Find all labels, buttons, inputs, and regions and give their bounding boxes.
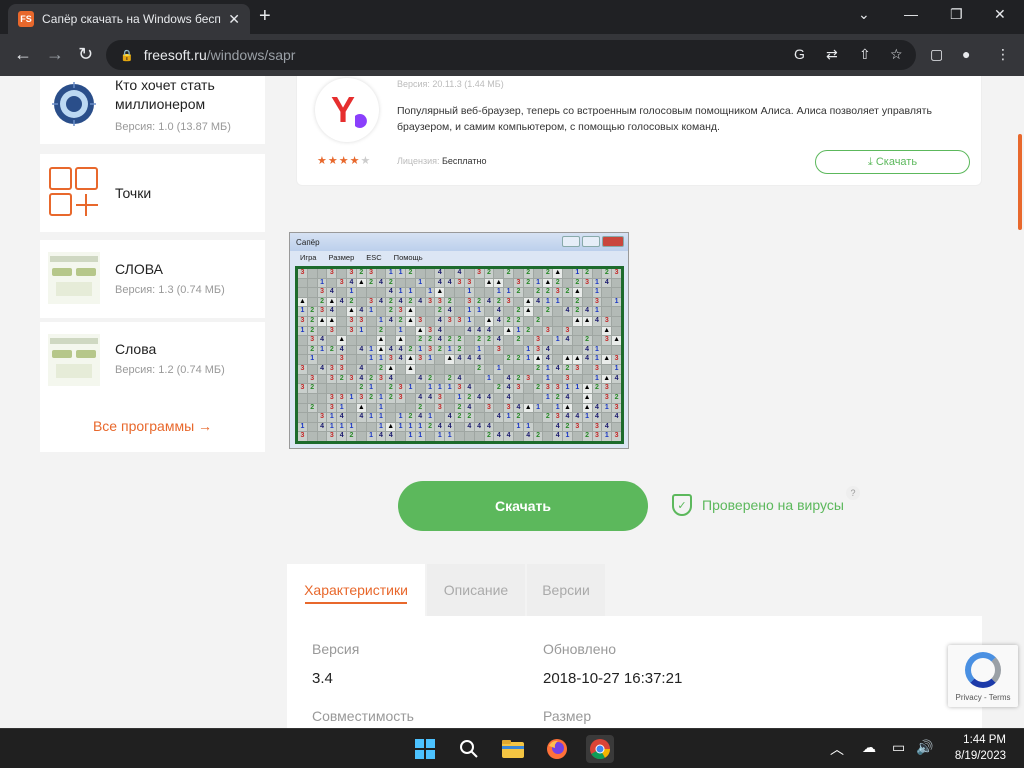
- google-icon[interactable]: G: [794, 46, 805, 62]
- windows-taskbar: ︿ ☁ ▭ 🔊 1:44 PM 8/19/2023: [0, 728, 1024, 768]
- browser-tab[interactable]: FS Сапёр скачать на Windows бесп ✕: [8, 4, 250, 34]
- page-scrollbar[interactable]: [1016, 76, 1024, 728]
- clock-time: 1:44 PM: [963, 734, 1006, 746]
- share-icon[interactable]: ⇧: [859, 46, 871, 63]
- forward-button[interactable]: →: [46, 44, 64, 65]
- tab-characteristics[interactable]: Характеристики: [287, 564, 425, 616]
- network-disconnected-icon[interactable]: ☁: [862, 739, 876, 756]
- side-panel-icon[interactable]: ▢: [930, 46, 943, 63]
- clock-date: 8/19/2023: [954, 750, 1006, 762]
- tab-close-icon[interactable]: ✕: [228, 11, 240, 28]
- bookmark-star-icon[interactable]: ☆: [890, 46, 903, 63]
- screenshot-menu-item: Помощь: [393, 253, 423, 262]
- back-button[interactable]: ←: [14, 44, 32, 65]
- screenshot-menu-item: Игра: [300, 253, 317, 262]
- url-path: /windows/sapr: [206, 47, 296, 63]
- lock-icon[interactable]: 🔒: [120, 49, 134, 62]
- sidebar-item-name: СЛОВА: [115, 261, 163, 277]
- sidebar-item-version: Версия: 1.0 (13.87 МБ): [115, 121, 231, 133]
- screenshot-window-titlebar: Сапёр: [290, 233, 628, 251]
- address-toolbar: ← → ↻ 🔒 freesoft.ru/windows/sapr G ⇄ ⇧ ☆…: [0, 34, 1024, 76]
- app-download-label: Скачать: [875, 156, 918, 168]
- chrome-icon[interactable]: [586, 735, 614, 763]
- app-download-button[interactable]: ⤓ Скачать: [815, 150, 970, 174]
- sidebar-item-name: Слова: [115, 341, 157, 357]
- menu-icon[interactable]: ⋮: [996, 46, 1010, 63]
- profile-icon[interactable]: ●: [962, 46, 970, 62]
- version-value: 3.4: [312, 670, 333, 687]
- tab-search-icon[interactable]: ⌄: [858, 6, 870, 23]
- screenshot-menu-item: ESC: [366, 253, 382, 262]
- characteristics-panel: Версия 3.4 Обновлено 2018-10-27 16:37:21…: [287, 616, 982, 728]
- minesweeper-board: 3 3 3 2 3 1 1 2 4 4 3 2 2 2 2 ▲ 1 2 2 3 1 3 4 ▲ 2 4 2 1 4 4 3 3 ▲ ▲ 3 2 1 ▲ 2 2…: [295, 266, 624, 444]
- sidebar-item-version: Версия: 1.3 (0.74 МБ): [115, 284, 225, 296]
- tab-description[interactable]: Описание: [427, 564, 525, 616]
- screenshot-window-menu: Игра Размер ESC Помощь: [290, 253, 628, 265]
- close-window-button[interactable]: ✕: [994, 6, 1006, 23]
- app-description: Популярный веб-браузер, теперь со встрое…: [397, 105, 932, 133]
- sidebar-item-name: Кто хочет стать миллионером: [115, 77, 215, 112]
- search-icon[interactable]: [455, 735, 483, 763]
- tab-versions[interactable]: Версии: [527, 564, 605, 616]
- url-host: freesoft.ru: [143, 47, 207, 63]
- size-label: Размер: [543, 708, 592, 724]
- program-screenshot[interactable]: Сапёр Игра Размер ESC Помощь 33323112443…: [289, 232, 629, 449]
- help-icon[interactable]: ?: [846, 486, 860, 500]
- tab-title: Сапёр скачать на Windows бесп: [42, 12, 221, 26]
- info-tabs: Характеристики Описание Версии: [287, 564, 982, 616]
- version-label: Версия: [312, 641, 360, 657]
- file-explorer-icon[interactable]: [499, 735, 527, 763]
- sidebar-item-tochki[interactable]: Точки: [40, 154, 265, 232]
- dots-game-icon: [49, 167, 98, 216]
- maximize-button[interactable]: ❐: [950, 6, 963, 23]
- windows-start-icon[interactable]: [411, 735, 439, 763]
- translate-icon[interactable]: ⇄: [826, 46, 838, 63]
- download-icon: ⤓: [867, 155, 876, 168]
- sidebar-item-name: Точки: [115, 185, 152, 201]
- sidebar-item-slova-caps[interactable]: СЛОВА Версия: 1.3 (0.74 МБ): [40, 240, 265, 318]
- all-programs-link[interactable]: Все программы →: [40, 400, 265, 452]
- recaptcha-badge[interactable]: Privacy - Terms: [948, 645, 1018, 707]
- words-game-thumbnail-icon: [48, 334, 100, 386]
- svg-text:Y: Y: [331, 89, 355, 130]
- volume-icon[interactable]: 🔊: [916, 739, 933, 756]
- tray-chevron-up-icon[interactable]: ︿: [830, 739, 844, 759]
- reload-button[interactable]: ↻: [78, 44, 93, 65]
- sidebar-item-millionaire[interactable]: Кто хочет стать миллионером Версия: 1.0 …: [40, 76, 265, 144]
- yandex-browser-logo-icon[interactable]: Y: [315, 78, 379, 142]
- license-info: Лицензия: Бесплатно: [397, 156, 486, 166]
- screenshot-menu-item: Размер: [328, 253, 355, 262]
- site-favicon-icon: FS: [18, 11, 34, 27]
- sidebar-item-version: Версия: 1.2 (0.74 МБ): [115, 364, 225, 376]
- shield-check-icon: ✓: [672, 494, 692, 516]
- download-button[interactable]: Скачать: [398, 481, 648, 531]
- scrollbar-thumb[interactable]: [1018, 134, 1022, 230]
- system-clock[interactable]: 1:44 PM 8/19/2023: [955, 732, 1006, 764]
- recaptcha-icon: [965, 652, 1001, 688]
- sidebar-item-slova[interactable]: Слова Версия: 1.2 (0.74 МБ): [40, 322, 265, 400]
- compatibility-label: Совместимость: [312, 708, 414, 724]
- screenshot-window-buttons: [562, 236, 624, 247]
- recommended-app-card: Y Версия: 20.11.3 (1.44 МБ) Популярный в…: [296, 76, 982, 186]
- page-content: Кто хочет стать миллионером Версия: 1.0 …: [0, 76, 1016, 728]
- firefox-icon[interactable]: [543, 735, 571, 763]
- new-tab-button[interactable]: +: [259, 5, 271, 28]
- words-game-thumbnail-icon: [48, 252, 100, 304]
- license-value: Бесплатно: [442, 156, 487, 166]
- millionaire-logo-icon: [52, 82, 96, 126]
- app-version: Версия: 20.11.3 (1.44 МБ): [397, 79, 504, 89]
- updated-value: 2018-10-27 16:37:21: [543, 670, 683, 687]
- updated-label: Обновлено: [543, 641, 617, 657]
- screenshot-window-title: Сапёр: [296, 237, 320, 247]
- virus-check-badge: ✓ Проверено на вирусы: [672, 494, 844, 516]
- virus-check-label: Проверено на вирусы: [702, 497, 844, 513]
- minimize-button[interactable]: —: [904, 6, 918, 22]
- rating-stars: ★★★★★: [317, 155, 372, 167]
- browser-tab-bar: FS Сапёр скачать на Windows бесп ✕ + ⌄ —…: [0, 0, 1024, 34]
- license-label: Лицензия:: [397, 156, 440, 166]
- recaptcha-links[interactable]: Privacy - Terms: [948, 693, 1018, 702]
- display-icon[interactable]: ▭: [892, 739, 905, 756]
